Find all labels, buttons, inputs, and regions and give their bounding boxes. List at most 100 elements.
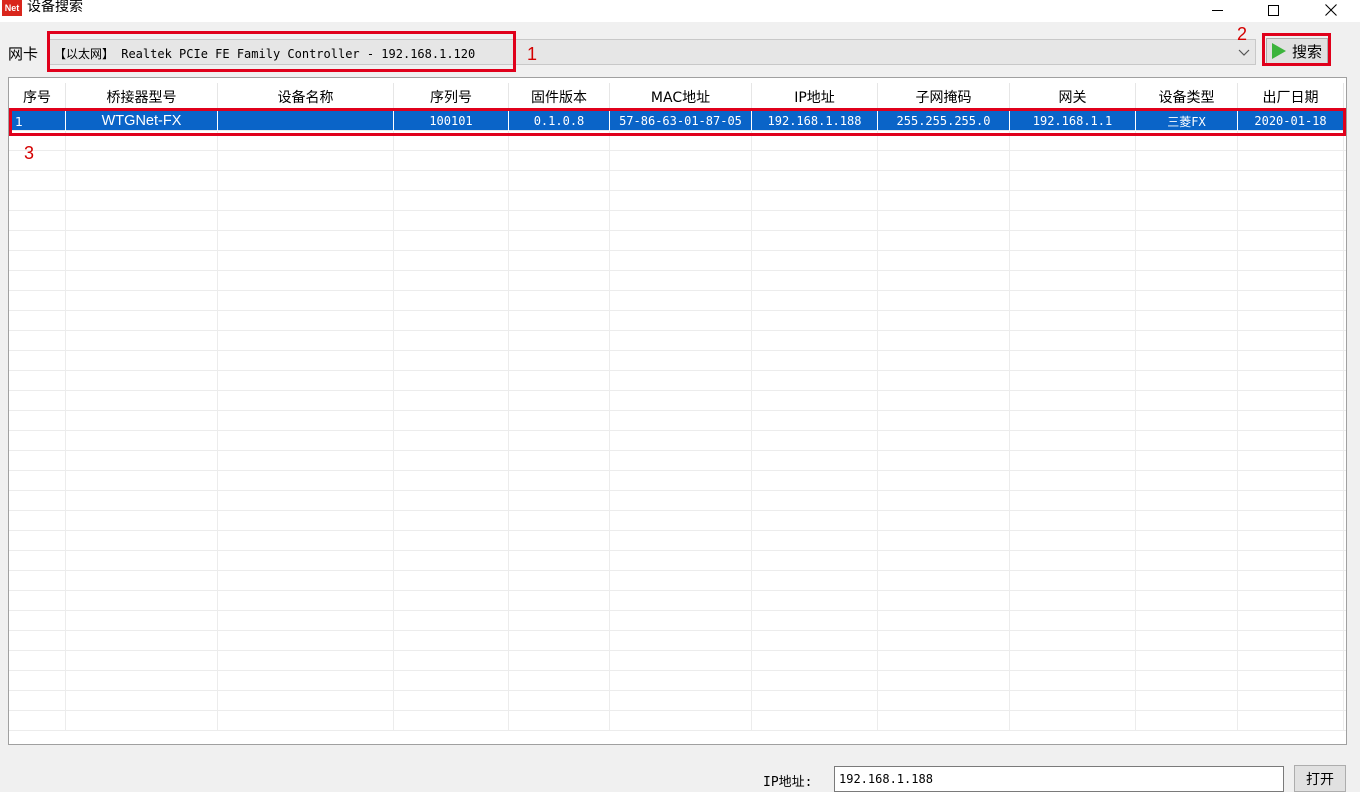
minimize-icon bbox=[1211, 9, 1223, 11]
header-col-gateway[interactable]: 网关 bbox=[1010, 83, 1136, 111]
cell-col-serial bbox=[394, 371, 509, 391]
cell-col-index bbox=[9, 151, 66, 171]
cell-col-index bbox=[9, 171, 66, 191]
table-row-empty[interactable] bbox=[9, 531, 1346, 551]
cell-col-device-name bbox=[218, 431, 394, 451]
cell-col-mac bbox=[610, 671, 752, 691]
header-col-firmware[interactable]: 固件版本 bbox=[509, 83, 610, 111]
ip-address-input[interactable] bbox=[834, 766, 1284, 792]
cell-col-serial bbox=[394, 651, 509, 671]
cell-col-subnet bbox=[878, 511, 1010, 531]
cell-col-firmware bbox=[509, 591, 610, 611]
header-col-ip[interactable]: IP地址 bbox=[752, 83, 878, 111]
cell-col-mac bbox=[610, 351, 752, 371]
header-col-date[interactable]: 出厂日期 bbox=[1238, 83, 1344, 111]
table-row-empty[interactable] bbox=[9, 711, 1346, 731]
close-button[interactable] bbox=[1308, 0, 1354, 20]
cell-col-subnet bbox=[878, 271, 1010, 291]
cell-col-index bbox=[9, 231, 66, 251]
cell-col-date bbox=[1238, 431, 1344, 451]
table-row-empty[interactable] bbox=[9, 271, 1346, 291]
header-col-index[interactable]: 序号 bbox=[9, 83, 66, 111]
table-row-empty[interactable] bbox=[9, 371, 1346, 391]
cell-col-index bbox=[9, 551, 66, 571]
cell-col-device-type bbox=[1136, 271, 1238, 291]
table-row-empty[interactable] bbox=[9, 191, 1346, 211]
cell-col-bridge-model bbox=[66, 531, 218, 551]
cell-col-device-name bbox=[218, 491, 394, 511]
table-body: 1 WTGNet-FX 100101 0.1.0.8 57-86-63-01-87-05… bbox=[9, 111, 1346, 744]
cell-col-bridge-model bbox=[66, 591, 218, 611]
table-row-empty[interactable] bbox=[9, 551, 1346, 571]
cell-col-firmware bbox=[509, 531, 610, 551]
cell-col-firmware bbox=[509, 611, 610, 631]
cell-col-date bbox=[1238, 351, 1344, 371]
cell-col-mac bbox=[610, 391, 752, 411]
table-row-empty[interactable] bbox=[9, 411, 1346, 431]
header-col-device-name[interactable]: 设备名称 bbox=[218, 83, 394, 111]
cell-col-date bbox=[1238, 551, 1344, 571]
table-row-empty[interactable] bbox=[9, 651, 1346, 671]
table-row-empty[interactable] bbox=[9, 491, 1346, 511]
cell-col-subnet bbox=[878, 551, 1010, 571]
maximize-button[interactable] bbox=[1250, 0, 1296, 20]
table-row-empty[interactable] bbox=[9, 171, 1346, 191]
cell-col-mac bbox=[610, 171, 752, 191]
cell-col-device-name bbox=[218, 591, 394, 611]
cell-col-firmware bbox=[509, 291, 610, 311]
cell-col-device-type bbox=[1136, 431, 1238, 451]
cell-col-serial bbox=[394, 231, 509, 251]
cell-col-date bbox=[1238, 231, 1344, 251]
cell-col-gateway bbox=[1010, 691, 1136, 711]
header-col-device-type[interactable]: 设备类型 bbox=[1136, 83, 1238, 111]
cell-col-firmware bbox=[509, 391, 610, 411]
table-row-empty[interactable] bbox=[9, 251, 1346, 271]
table-row-empty[interactable] bbox=[9, 691, 1346, 711]
cell-col-ip bbox=[752, 191, 878, 211]
table-row-empty[interactable] bbox=[9, 451, 1346, 471]
header-col-mac[interactable]: MAC地址 bbox=[610, 83, 752, 111]
cell-col-index bbox=[9, 631, 66, 651]
table-row-empty[interactable] bbox=[9, 311, 1346, 331]
cell-col-subnet bbox=[878, 631, 1010, 651]
table-row-empty[interactable] bbox=[9, 391, 1346, 411]
cell-col-serial bbox=[394, 611, 509, 631]
device-table[interactable]: 序号 桥接器型号 设备名称 序列号 固件版本 MAC地址 IP地址 子网掩码 网关 设备类型 出厂日… bbox=[8, 77, 1347, 745]
header-col-bridge-model[interactable]: 桥接器型号 bbox=[66, 83, 218, 111]
cell-col-device-type bbox=[1136, 231, 1238, 251]
cell-col-firmware bbox=[509, 331, 610, 351]
cell-col-ip bbox=[752, 471, 878, 491]
table-row-empty[interactable] bbox=[9, 231, 1346, 251]
cell-col-mac bbox=[610, 371, 752, 391]
cell-col-device-name bbox=[218, 391, 394, 411]
table-row-empty[interactable] bbox=[9, 471, 1346, 491]
cell-col-bridge-model bbox=[66, 431, 218, 451]
cell-col-index bbox=[9, 211, 66, 231]
minimize-button[interactable] bbox=[1194, 0, 1240, 20]
cell-col-bridge-model bbox=[66, 511, 218, 531]
table-row-empty[interactable] bbox=[9, 671, 1346, 691]
cell-col-serial bbox=[394, 331, 509, 351]
header-col-subnet[interactable]: 子网掩码 bbox=[878, 83, 1010, 111]
cell-col-mac bbox=[610, 631, 752, 651]
table-row-empty[interactable] bbox=[9, 351, 1346, 371]
table-row-empty[interactable] bbox=[9, 511, 1346, 531]
table-row-empty[interactable] bbox=[9, 151, 1346, 171]
ip-address-label: IP地址: bbox=[763, 775, 813, 790]
table-row-empty[interactable] bbox=[9, 571, 1346, 591]
table-row-empty[interactable] bbox=[9, 211, 1346, 231]
cell-col-bridge-model bbox=[66, 571, 218, 591]
table-row-empty[interactable] bbox=[9, 331, 1346, 351]
table-row-empty[interactable] bbox=[9, 291, 1346, 311]
cell-col-subnet bbox=[878, 151, 1010, 171]
table-row-empty[interactable] bbox=[9, 631, 1346, 651]
table-row-empty[interactable] bbox=[9, 591, 1346, 611]
table-row-empty[interactable] bbox=[9, 611, 1346, 631]
table-row-empty[interactable] bbox=[9, 431, 1346, 451]
cell-col-serial bbox=[394, 491, 509, 511]
open-button[interactable]: 打开 bbox=[1294, 765, 1346, 792]
cell-col-device-type bbox=[1136, 571, 1238, 591]
header-col-serial[interactable]: 序列号 bbox=[394, 83, 509, 111]
cell-col-serial bbox=[394, 271, 509, 291]
cell-col-serial bbox=[394, 351, 509, 371]
